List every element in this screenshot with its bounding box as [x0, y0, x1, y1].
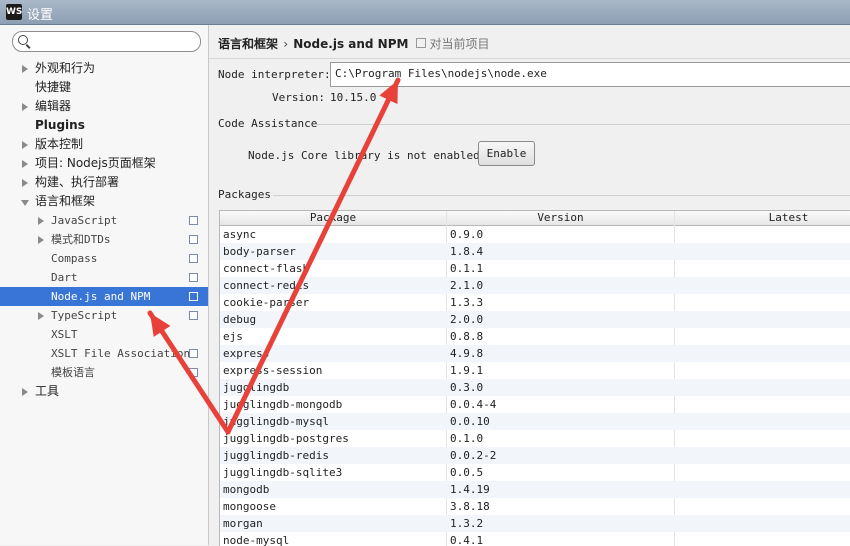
annotation-arrow-interpreter — [225, 77, 401, 435]
annotation-arrows — [147, 77, 401, 435]
annotation-arrow-sidebar-head — [150, 313, 171, 337]
